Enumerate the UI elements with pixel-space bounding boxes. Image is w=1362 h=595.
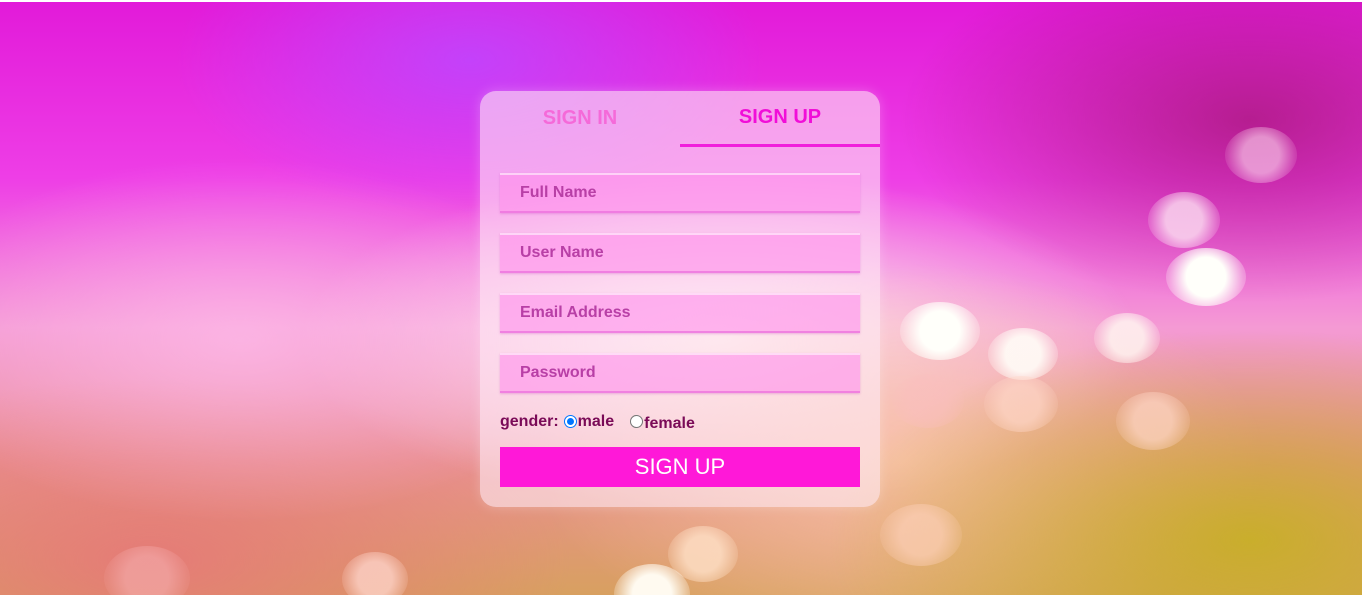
bokeh-light (880, 504, 962, 566)
bokeh-light (668, 526, 738, 582)
tab-sign-up[interactable]: SIGN UP (680, 91, 880, 147)
gender-label: gender: (500, 413, 559, 430)
bokeh-light (1094, 313, 1160, 363)
password-placeholder: Password (520, 364, 596, 381)
bokeh-light (104, 546, 190, 595)
tab-sign-in[interactable]: SIGN IN (480, 91, 680, 145)
password-field[interactable]: Password (500, 353, 860, 393)
bokeh-light (614, 564, 690, 595)
bokeh-light (984, 376, 1058, 432)
email-field[interactable]: Email Address (500, 293, 860, 333)
user-name-placeholder: User Name (520, 244, 604, 261)
auth-tabs: SIGN IN SIGN UP (480, 91, 880, 147)
bokeh-light (988, 328, 1058, 380)
signup-card: SIGN IN SIGN UP Full Name User Name Emai… (480, 91, 880, 507)
gender-female-label[interactable]: female (644, 415, 695, 433)
full-name-placeholder: Full Name (520, 184, 597, 201)
gender-group: gender: male female (500, 411, 695, 433)
gender-male-radio[interactable] (563, 414, 577, 428)
full-name-field[interactable]: Full Name (500, 173, 860, 213)
sign-up-button[interactable]: SIGN UP (500, 447, 860, 487)
bokeh-light (892, 374, 964, 428)
bokeh-light (342, 552, 408, 595)
top-border (0, 0, 1362, 2)
bokeh-light (1116, 392, 1190, 450)
gender-female-radio[interactable] (630, 414, 644, 428)
user-name-field[interactable]: User Name (500, 233, 860, 273)
email-placeholder: Email Address (520, 304, 631, 321)
bokeh-light (1225, 127, 1297, 183)
bokeh-light (900, 302, 980, 360)
bokeh-light (1148, 192, 1220, 248)
gender-male-label[interactable]: male (578, 413, 614, 431)
bokeh-light (1166, 248, 1246, 306)
